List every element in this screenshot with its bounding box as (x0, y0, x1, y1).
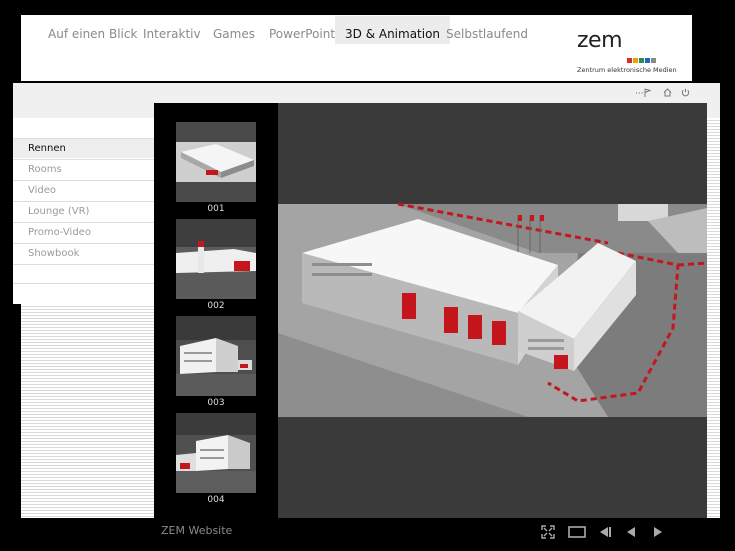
thumbnail-004-label: 004 (207, 495, 225, 505)
sidebar-item-rooms[interactable]: Rooms (13, 159, 154, 179)
fullscreen-icon[interactable] (541, 525, 555, 539)
background-lined-edge (707, 118, 720, 518)
next-icon[interactable] (652, 526, 664, 538)
sidebar-item-lounge-vr[interactable]: Lounge (VR) (13, 201, 154, 221)
logo-square-red (627, 58, 632, 63)
sidebar-item-video[interactable]: Video (13, 180, 154, 200)
thumbnail-002-image (176, 219, 256, 299)
prev-icon[interactable] (625, 526, 637, 538)
media-viewer: 001 002 003 004 (154, 103, 708, 518)
logo-square-yellow (633, 58, 638, 63)
power-icon[interactable] (681, 88, 690, 97)
top-navigation: Auf einen Blick Interaktiv Games PowerPo… (21, 15, 692, 81)
thumbnail-004-image (176, 413, 256, 493)
thumbnail-002-label: 002 (207, 301, 225, 311)
sidebar-item-empty (13, 264, 154, 284)
tab-games[interactable]: Games (203, 16, 265, 44)
background-lined-panel (21, 304, 154, 518)
zem-website-link[interactable]: ZEM Website (161, 524, 232, 537)
thumbnail-strip: 001 002 003 004 (154, 103, 278, 518)
thumbnail-003-image (176, 316, 256, 396)
thumbnail-001[interactable] (176, 122, 256, 202)
thumbnail-003[interactable] (176, 316, 256, 396)
thumbnail-003-label: 003 (207, 398, 225, 408)
tab-3d-animation[interactable]: 3D & Animation (335, 16, 451, 44)
logo-square-gray (651, 58, 656, 63)
tab-selbstlaufend[interactable]: Selbstlaufend (436, 16, 538, 44)
sidebar-item-showbook[interactable]: Showbook (13, 243, 154, 263)
main-image-stage (278, 103, 708, 518)
sidebar-menu: Rennen Rooms Video Lounge (VR) Promo-Vid… (13, 118, 154, 304)
logo-subtitle: Zentrum elektronische Medien (577, 66, 677, 74)
tab-powerpoint[interactable]: PowerPoint (259, 16, 345, 44)
tab-interaktiv[interactable]: Interaktiv (133, 16, 211, 44)
tab-auf-einen-blick[interactable]: Auf einen Blick (38, 16, 147, 44)
logo-color-squares (627, 58, 656, 63)
zem-logo[interactable]: zem Zentrum elektronische Medien (577, 28, 687, 75)
building-render-image (278, 103, 708, 518)
logo-wordmark: zem (577, 28, 623, 53)
logo-square-blue (645, 58, 650, 63)
thumbnail-004[interactable] (176, 413, 256, 493)
thumbnail-001-label: 001 (207, 204, 225, 214)
thumbnail-001-image (176, 122, 256, 202)
sidebar-item-promo-video[interactable]: Promo-Video (13, 222, 154, 242)
home-icon[interactable] (663, 88, 672, 97)
window-icon[interactable] (568, 526, 586, 538)
sidebar-item-rennen[interactable]: Rennen (13, 138, 154, 158)
skip-back-icon[interactable] (596, 526, 612, 538)
logo-square-green (639, 58, 644, 63)
thumbnail-002[interactable] (176, 219, 256, 299)
flag-icon[interactable] (644, 88, 652, 98)
